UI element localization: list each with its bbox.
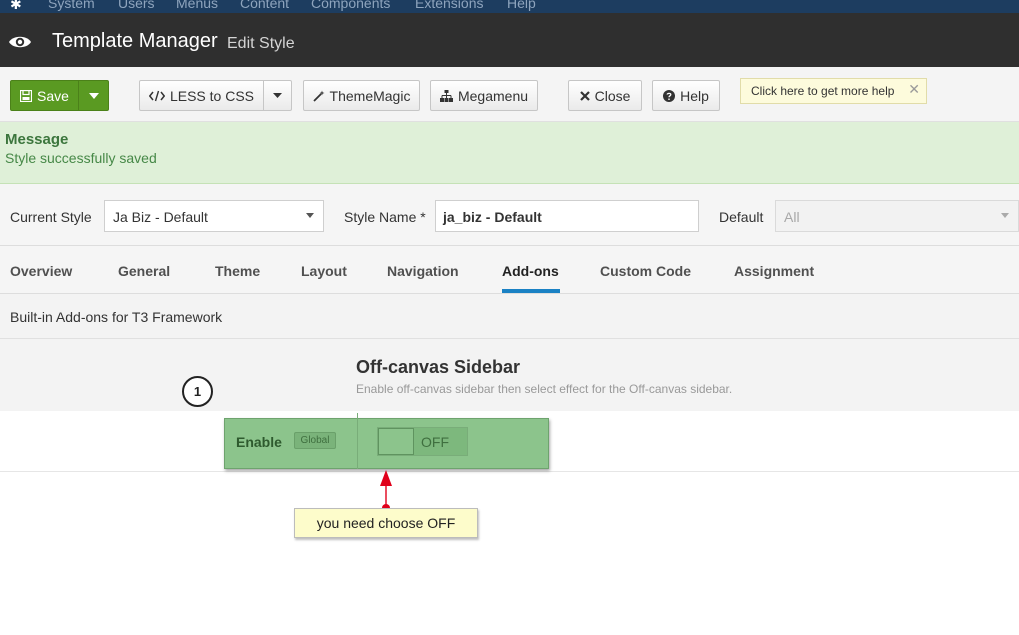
message-text: Style successfully saved (5, 150, 157, 166)
save-dropdown-button[interactable] (78, 80, 109, 111)
help-tooltip: Click here to get more help ✕ (740, 78, 927, 104)
offcanvas-section-header: Off-canvas Sidebar Enable off-canvas sid… (0, 339, 1019, 411)
code-icon (148, 90, 165, 101)
menu-extensions[interactable]: Extensions (415, 0, 483, 11)
style-name-input[interactable]: ja_biz - Default (435, 200, 699, 232)
current-style-label: Current Style (10, 209, 92, 225)
eye-icon (9, 36, 31, 48)
active-tab-indicator (502, 289, 560, 293)
help-tooltip-text: Click here to get more help (751, 84, 895, 98)
megamenu-label: Megamenu (457, 87, 529, 104)
sitemap-icon (439, 89, 453, 102)
menu-content[interactable]: Content (240, 0, 289, 11)
help-button[interactable]: Help (652, 80, 720, 111)
save-label: Save (37, 87, 69, 104)
menu-system[interactable]: System (48, 0, 95, 11)
tooltip-close-icon[interactable]: ✕ (908, 81, 920, 98)
save-icon (20, 89, 33, 102)
default-label: Default (719, 209, 764, 225)
tab-custom-code[interactable]: Custom Code (600, 263, 691, 279)
page-subtitle: Edit Style (227, 35, 295, 52)
global-badge: Global (294, 432, 336, 449)
caret-down-icon (1001, 213, 1009, 218)
style-name-label: Style Name * (344, 209, 426, 225)
less-to-css-button[interactable]: LESS to CSS (139, 80, 264, 111)
less-to-css-label: LESS to CSS (169, 87, 255, 104)
current-style-value: Ja Biz - Default (113, 209, 208, 225)
menu-users[interactable]: Users (118, 0, 155, 11)
close-icon (579, 90, 590, 101)
offcanvas-section-subtitle: Enable off-canvas sidebar then select ef… (356, 382, 733, 396)
toggle-state-label: OFF (421, 434, 449, 450)
admin-top-menu: ✱ System Users Menus Content Components … (0, 0, 1019, 13)
caret-down-icon (273, 93, 282, 98)
megamenu-button[interactable]: Megamenu (430, 80, 538, 111)
title-bar: Template Manager Edit Style (0, 13, 1019, 67)
less-dropdown-button[interactable] (263, 80, 292, 111)
row-divider (0, 471, 1019, 472)
tab-assignment[interactable]: Assignment (734, 263, 814, 279)
caret-down-icon (306, 213, 314, 218)
enable-toggle-switch[interactable]: OFF (377, 427, 468, 456)
tab-overview[interactable]: Overview (10, 263, 72, 279)
addons-description: Built-in Add-ons for T3 Framework (0, 294, 1019, 339)
offcanvas-section-title: Off-canvas Sidebar (356, 357, 521, 377)
toggle-knob[interactable] (378, 428, 414, 455)
magic-wand-icon (312, 90, 325, 102)
page-title: Template Manager (52, 30, 218, 52)
caret-down-icon (88, 92, 99, 99)
addons-description-text: Built-in Add-ons for T3 Framework (10, 309, 223, 325)
menu-menus[interactable]: Menus (176, 0, 218, 11)
menu-help[interactable]: Help (507, 0, 536, 11)
help-label: Help (680, 87, 709, 104)
close-button[interactable]: Close (568, 80, 642, 111)
enable-label: Enable (236, 434, 282, 450)
close-label: Close (594, 87, 631, 104)
style-name-value: ja_biz - Default (443, 209, 542, 225)
menu-components[interactable]: Components (311, 0, 390, 11)
tab-general[interactable]: General (118, 263, 170, 279)
annotation-callout: you need choose OFF (294, 508, 478, 538)
tab-bar: Overview General Theme Layout Navigation… (0, 246, 1019, 294)
step-number-badge: 1 (182, 376, 213, 407)
tab-navigation[interactable]: Navigation (387, 263, 459, 279)
enable-offcanvas-row-highlight: Enable Global OFF (224, 413, 549, 469)
tab-theme[interactable]: Theme (215, 263, 260, 279)
save-button[interactable]: Save (10, 80, 79, 111)
toolbar: Save LESS to CSS ThemeMagic Megamenu Clo… (0, 67, 1019, 122)
style-settings-row: Current Style Ja Biz - Default Style Nam… (0, 184, 1019, 246)
system-message: Message Style successfully saved (0, 122, 1019, 184)
joomla-logo-icon[interactable]: ✱ (10, 0, 22, 13)
thememagic-button[interactable]: ThemeMagic (303, 80, 420, 111)
default-select[interactable]: All (775, 200, 1019, 232)
thememagic-label: ThemeMagic (329, 87, 411, 104)
default-value: All (784, 209, 800, 225)
question-circle-icon (663, 89, 676, 102)
column-separator (357, 413, 358, 469)
tab-layout[interactable]: Layout (301, 263, 347, 279)
message-heading: Message (5, 131, 69, 148)
tab-addons[interactable]: Add-ons (502, 263, 559, 279)
current-style-select[interactable]: Ja Biz - Default (104, 200, 324, 232)
